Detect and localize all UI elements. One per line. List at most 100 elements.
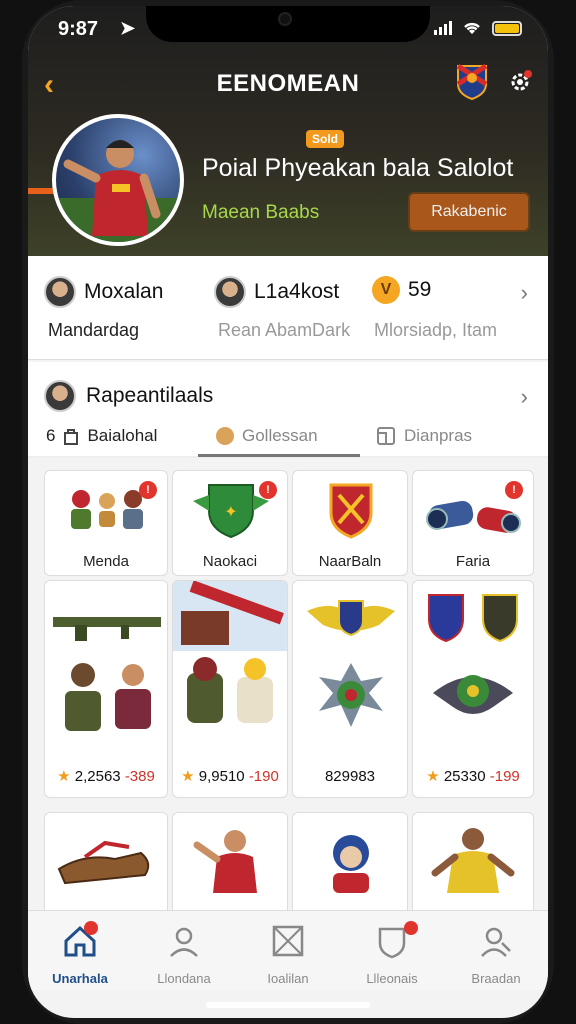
item-label: Menda	[83, 553, 129, 570]
new-badge: !	[505, 481, 523, 499]
stat-value: 59	[408, 278, 432, 301]
stat-label: Rean AbamDark	[218, 320, 351, 340]
nav-home[interactable]: Unarhala	[28, 919, 132, 986]
item-card[interactable]: ★ 2,2563 -389	[44, 580, 168, 798]
item-card[interactable]: ! Faria	[412, 470, 534, 576]
profile-icon	[170, 927, 198, 957]
nav-label: Llondana	[157, 971, 211, 986]
top-bar: ‹ EENOMEAN	[28, 64, 548, 104]
battery-icon	[492, 20, 522, 36]
nav-inbox[interactable]: Ioalilan	[236, 919, 340, 986]
item-price: 829983	[293, 768, 407, 785]
nav-label: Braadan	[471, 971, 521, 986]
stats-row[interactable]: Moxalan L1a4kost V 59 › Mandardag Rean A…	[28, 256, 548, 360]
nav-shield[interactable]: Llleonais	[340, 919, 444, 986]
avatar	[44, 380, 76, 412]
rifle-and-figures-icon	[53, 617, 161, 731]
stat-value: L1a4kost	[254, 280, 340, 303]
coin-icon: V	[372, 276, 400, 304]
player-avatar[interactable]	[52, 114, 184, 246]
svg-text:✦: ✦	[224, 504, 237, 521]
avatar	[214, 276, 246, 308]
new-badge: !	[139, 481, 157, 499]
signal-icon	[434, 21, 452, 35]
location-arrow-icon: ➤	[120, 18, 136, 38]
stat-label: Mandardag	[48, 320, 140, 340]
item-label: NaarBaln	[318, 553, 382, 570]
stat-item[interactable]: V 59	[372, 276, 431, 304]
price-discount: -199	[489, 768, 520, 785]
item-card[interactable]: ! Menda	[44, 470, 168, 576]
item-card[interactable]: NaarBaln	[292, 470, 408, 576]
active-tab-indicator	[198, 454, 360, 457]
tab-prefix: 6	[46, 426, 56, 445]
price-discount: -190	[248, 768, 279, 785]
winged-badges-icon	[307, 600, 395, 727]
nav-label: Ioalilan	[267, 971, 309, 986]
bottom-nav: Unarhala Llondana Ioalilan Llleonais Bra…	[28, 910, 548, 990]
item-card[interactable]: 829983	[292, 580, 408, 798]
user-search-icon	[481, 927, 511, 957]
item-label: Faria	[455, 553, 491, 570]
profile-subtitle: Maean Baabs	[202, 202, 320, 223]
coin-icon	[216, 427, 234, 445]
bag-icon	[64, 429, 79, 445]
item-price: ★ 9,9510 -190	[181, 768, 279, 785]
item-price: ★ 25330 -199	[426, 768, 520, 785]
tab-baialohal[interactable]: 6 Baialohal	[46, 426, 157, 446]
item-card[interactable]: ! ✦ Naokaci	[172, 470, 288, 576]
gold-badge: Sold	[306, 130, 344, 148]
item-card[interactable]	[412, 812, 534, 922]
chevron-right-icon[interactable]: ›	[521, 384, 528, 410]
boots-icon	[57, 840, 150, 885]
notification-badge	[404, 921, 418, 935]
stat-label: Mlorsiadp, Itam	[374, 320, 498, 340]
new-badge: !	[259, 481, 277, 499]
item-card[interactable]	[44, 812, 168, 922]
price-discount: -389	[124, 768, 155, 785]
tab-bar: 6 Baialohal Gollessan Dianpras	[28, 420, 548, 458]
camera	[278, 12, 292, 26]
nav-label: Unarhala	[52, 971, 108, 986]
price-value: 25330	[443, 768, 490, 785]
document-icon	[377, 427, 395, 445]
team-crest-icon[interactable]	[456, 64, 488, 100]
stat-item[interactable]: Moxalan	[44, 276, 163, 308]
item-card[interactable]: ★ 25330 -199	[412, 580, 534, 798]
weapon-crate-icon	[173, 581, 287, 723]
item-card[interactable]	[292, 812, 408, 922]
section-title: Rapeantilaals	[86, 384, 214, 407]
phone-frame: 9:87 ➤ ‹ EENOMEAN Sold Poial Phyeakan ba…	[0, 0, 576, 1024]
price-value: 9,9510	[198, 768, 249, 785]
tab-label: Baialohal	[87, 426, 158, 445]
home-indicator[interactable]	[206, 1002, 370, 1008]
tab-gollessan[interactable]: Gollessan	[216, 426, 318, 446]
notch	[146, 6, 430, 42]
item-label: Naokaci	[202, 553, 258, 570]
helmet-figure-icon	[333, 835, 369, 893]
tab-label: Dianpras	[404, 426, 473, 445]
crests-icon	[428, 594, 518, 714]
player-illustration	[56, 140, 180, 242]
stat-item[interactable]: L1a4kost	[214, 276, 339, 308]
section-header[interactable]: Rapeantilaals	[44, 380, 213, 412]
price-value: 829983	[324, 768, 376, 785]
player-figure-icon	[193, 830, 257, 893]
inbox-icon	[272, 925, 304, 957]
app-screen: 9:87 ➤ ‹ EENOMEAN Sold Poial Phyeakan ba…	[28, 6, 548, 1018]
item-card[interactable]	[172, 812, 288, 922]
profile-title: Poial Phyeakan bala Salolot	[202, 154, 514, 182]
profile-action-button[interactable]: Rakabenic	[408, 192, 530, 232]
status-time: 9:87	[58, 18, 99, 40]
item-card[interactable]: ★ 9,9510 -190	[172, 580, 288, 798]
gear-icon[interactable]	[508, 70, 532, 94]
nav-profile[interactable]: Llondana	[132, 919, 236, 986]
hero-banner: 9:87 ➤ ‹ EENOMEAN Sold Poial Phyeakan ba…	[28, 6, 548, 256]
wifi-icon	[464, 22, 480, 34]
crest-emblem-icon	[329, 483, 373, 539]
tab-dianpras[interactable]: Dianpras	[376, 426, 472, 446]
player-yellow-icon	[431, 828, 515, 893]
nav-label: Llleonais	[366, 971, 418, 986]
nav-user-search[interactable]: Braadan	[444, 919, 548, 986]
chevron-right-icon[interactable]: ›	[521, 280, 528, 306]
